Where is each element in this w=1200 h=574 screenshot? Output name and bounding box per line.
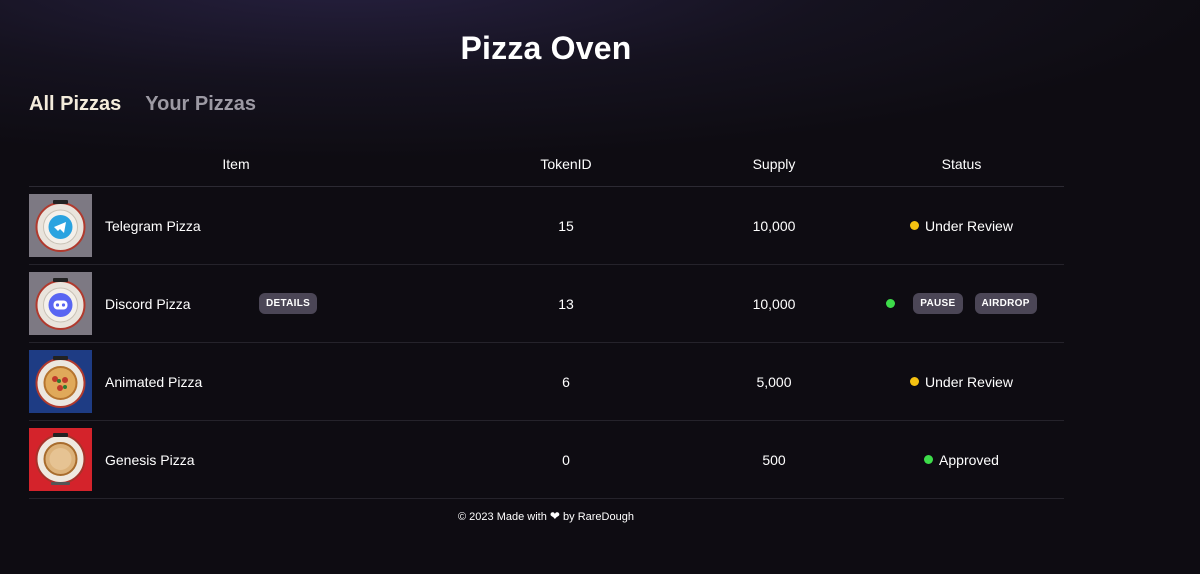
- status-dot-icon: [886, 299, 896, 308]
- item-cell: Genesis Pizza: [29, 421, 443, 498]
- table-row[interactable]: Genesis Pizza 0 500 Approved: [29, 421, 1064, 499]
- pizza-table: Item TokenID Supply Status Telegram Pizz…: [29, 142, 1064, 499]
- status-cell: Approved: [859, 452, 1064, 468]
- item-cell: Telegram Pizza: [29, 187, 443, 264]
- heart-icon: ❤: [549, 509, 560, 523]
- status-dot-icon: [924, 455, 934, 464]
- status-cell: PAUSE AIRDROP: [859, 293, 1064, 314]
- token-id: 0: [562, 451, 570, 468]
- footer-suffix: by RareDough: [563, 511, 634, 523]
- token-id: 15: [558, 217, 574, 234]
- token-id: 6: [562, 373, 570, 390]
- status-dot-icon: [910, 377, 920, 386]
- status-cell: Under Review: [859, 374, 1064, 390]
- token-id: 13: [558, 295, 574, 312]
- table-row[interactable]: Telegram Pizza 15 10,000 Under Review: [29, 187, 1064, 265]
- status-label: Approved: [939, 451, 999, 468]
- footer: © 2023 Made with ❤ by RareDough: [0, 509, 1092, 523]
- status-label: Under Review: [925, 217, 1013, 234]
- item-name: Genesis Pizza: [105, 451, 195, 468]
- status-label: Under Review: [925, 373, 1013, 390]
- table-row[interactable]: Discord Pizza DETAILS 13 10,000 PAUSE AI…: [29, 265, 1064, 343]
- supply-value: 5,000: [756, 373, 792, 390]
- tab-all-pizzas[interactable]: All Pizzas: [29, 93, 121, 116]
- status-cell: Under Review: [859, 218, 1064, 234]
- header-status: Status: [941, 156, 982, 172]
- header-supply: Supply: [752, 156, 796, 172]
- supply-value: 10,000: [752, 217, 796, 234]
- footer-prefix: © 2023 Made with: [458, 511, 547, 523]
- telegram-pizza-thumbnail: [29, 194, 92, 257]
- tab-your-pizzas[interactable]: Your Pizzas: [145, 93, 256, 116]
- animated-pizza-thumbnail: [29, 350, 92, 413]
- supply-value: 10,000: [752, 295, 796, 312]
- table-row[interactable]: Animated Pizza 6 5,000 Under Review: [29, 343, 1064, 421]
- airdrop-button[interactable]: AIRDROP: [974, 293, 1037, 314]
- item-name: Discord Pizza: [105, 295, 191, 312]
- header-item: Item: [222, 156, 250, 172]
- details-button[interactable]: DETAILS: [259, 293, 318, 314]
- status-dot-icon: [910, 221, 920, 230]
- item-name: Animated Pizza: [105, 373, 203, 390]
- header-tokenid: TokenID: [540, 156, 592, 172]
- item-cell: Animated Pizza: [29, 343, 443, 420]
- genesis-pizza-thumbnail: [29, 428, 92, 491]
- supply-value: 500: [762, 451, 786, 468]
- discord-pizza-thumbnail: [29, 272, 92, 335]
- item-name: Telegram Pizza: [105, 217, 201, 234]
- page-title: Pizza Oven: [460, 30, 632, 66]
- item-cell: Discord Pizza DETAILS: [29, 265, 443, 342]
- tab-bar: All Pizzas Your Pizzas: [29, 93, 256, 116]
- table-header: Item TokenID Supply Status: [29, 142, 1064, 187]
- pause-button[interactable]: PAUSE: [913, 293, 963, 314]
